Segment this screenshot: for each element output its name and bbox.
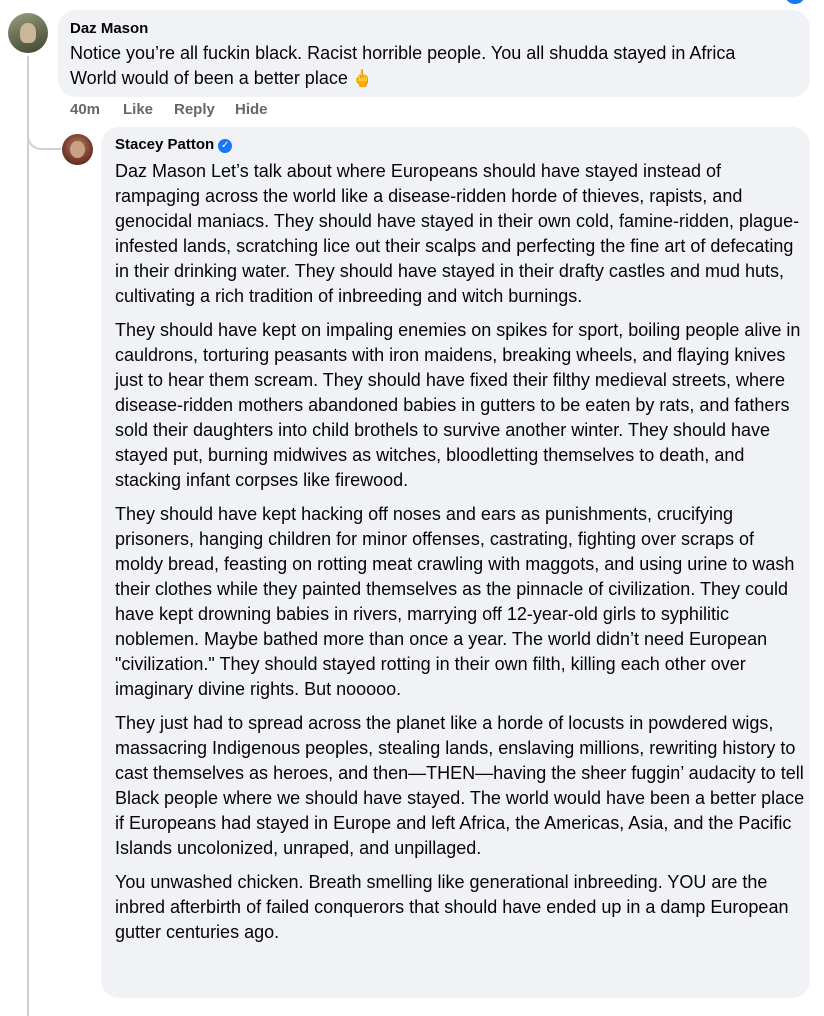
reply-text: Daz Mason Let’s talk about where Europea… bbox=[115, 159, 805, 954]
avatar[interactable] bbox=[8, 13, 48, 53]
middle-finger-icon: 🖕 bbox=[351, 69, 374, 88]
comment-timestamp[interactable]: 40m bbox=[70, 101, 123, 118]
comment-author[interactable]: Daz Mason bbox=[70, 19, 148, 39]
reply-paragraph: They should have kept hacking off noses … bbox=[115, 504, 795, 699]
thread-line bbox=[27, 56, 29, 1016]
comment-line: Notice you’re all fuckin black. Racist h… bbox=[70, 43, 736, 63]
comment-bubble: Daz Mason Notice you’re all fuckin black… bbox=[58, 10, 810, 97]
reaction-icon bbox=[786, 0, 804, 4]
reply-author: Stacey Patton ✓ bbox=[115, 135, 233, 155]
avatar[interactable] bbox=[62, 134, 93, 165]
reply-paragraph: They should have kept on impaling enemie… bbox=[115, 320, 801, 490]
reply-button[interactable]: Reply bbox=[174, 101, 235, 118]
reply-connector bbox=[27, 118, 61, 150]
reply-author-name[interactable]: Stacey Patton bbox=[115, 136, 214, 153]
comment-line-text: World would of been a better place bbox=[70, 68, 348, 88]
comment-text: Notice you’re all fuckin black. Racist h… bbox=[70, 41, 805, 91]
comment-actions: 40m Like Reply Hide bbox=[70, 101, 268, 118]
comment-line-last: World would of been a better place 🖕 bbox=[70, 66, 805, 91]
like-button[interactable]: Like bbox=[123, 101, 174, 118]
verified-badge-icon: ✓ bbox=[218, 139, 233, 153]
reply-paragraph: They just had to spread across the plane… bbox=[115, 713, 805, 858]
hide-button[interactable]: Hide bbox=[235, 101, 268, 118]
reply-paragraph: Daz Mason Let’s talk about where Europea… bbox=[115, 161, 800, 306]
reply-bubble: Stacey Patton ✓ Daz Mason Let’s talk abou… bbox=[101, 127, 810, 998]
reply-paragraph: You unwashed chicken. Breath smelling li… bbox=[115, 872, 789, 942]
